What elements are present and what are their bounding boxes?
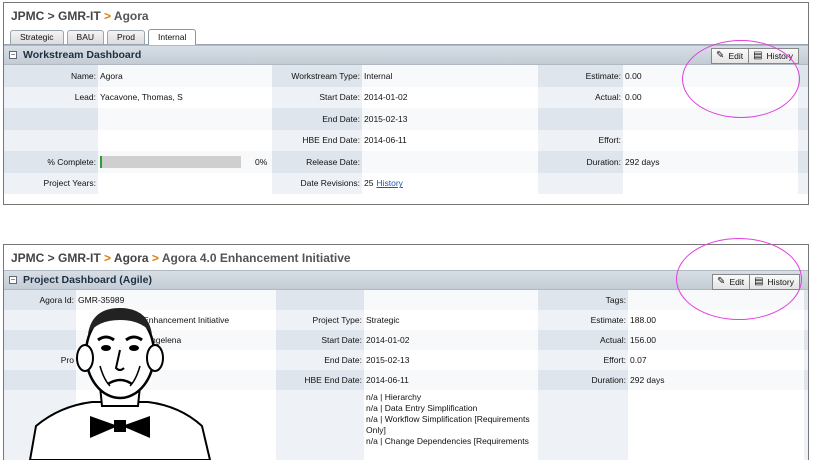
table-row: % Complete: 0% Release Date: Duration: 2… — [4, 151, 808, 173]
highlight-circle — [682, 40, 800, 118]
estimate-label: Estimate: — [590, 315, 626, 325]
name-value: Agora — [98, 65, 272, 87]
breadcrumb-jpmc[interactable]: JPMC — [11, 9, 44, 23]
section-title: Workstream Dashboard — [23, 49, 142, 61]
end-date-label: End Date: — [322, 113, 360, 124]
project-type-value: Strategic — [364, 310, 538, 330]
effort-label: Effort: — [603, 355, 626, 365]
empty-label — [4, 130, 98, 152]
table-row: HBE End Date: 2014-06-11 Effort: — [4, 129, 808, 152]
actual-value: 156.00 — [628, 330, 804, 350]
workstream-type-label: Workstream Type: — [291, 70, 360, 81]
end-date-value: 2015-02-13 — [362, 108, 538, 130]
start-date-value: 2014-01-02 — [362, 86, 538, 108]
workstream-panel: JPMC > GMR-IT > Agora Strategic BAU Prod… — [3, 2, 809, 205]
hbe-end-date-label: HBE End Date: — [304, 375, 362, 385]
percent-complete-label: % Complete: — [47, 156, 96, 167]
date-revisions-label: Date Revisions: — [300, 178, 360, 189]
list-item: n/a | Change Dependencies [Requirements — [366, 436, 529, 446]
empty-value — [623, 172, 798, 194]
simplification-list: n/a | Hierarchy n/a | Data Entry Simplif… — [364, 390, 538, 460]
breadcrumb-current: Agora 4.0 Enhancement Initiative — [161, 251, 351, 265]
breadcrumb-separator: > — [44, 251, 59, 265]
tab-bau[interactable]: BAU — [66, 30, 105, 44]
project-years-label: Project Years: — [43, 178, 96, 189]
actual-label: Actual: — [595, 92, 621, 103]
start-date-value: 2014-01-02 — [364, 330, 538, 350]
date-revisions-value: 25 History — [362, 172, 538, 194]
empty-label — [276, 290, 364, 310]
release-date-value — [362, 151, 538, 173]
breadcrumb-gmr-it[interactable]: GMR-IT — [58, 9, 101, 23]
highlight-circle — [676, 238, 802, 320]
breadcrumb-separator: > — [100, 251, 114, 265]
duration-value: 292 days — [623, 151, 798, 173]
breadcrumb-separator: > — [148, 251, 162, 265]
empty-value — [98, 108, 272, 130]
empty-value — [364, 290, 538, 310]
hbe-end-date-label: HBE End Date: — [302, 135, 360, 146]
hbe-end-date-value: 2014-06-11 — [362, 129, 538, 151]
project-years-value — [98, 172, 272, 194]
revisions-count: 25 — [364, 178, 374, 189]
start-date-label: Start Date: — [319, 92, 360, 103]
end-date-value: 2015-02-13 — [364, 350, 538, 370]
list-item: n/a | Workflow Simplification [Requireme… — [366, 414, 530, 424]
breadcrumb-agora[interactable]: Agora — [114, 251, 149, 265]
list-item: n/a | Hierarchy — [366, 392, 422, 402]
effort-value — [623, 129, 798, 151]
hbe-end-date-value: 2014-06-11 — [364, 370, 538, 390]
tags-label: Tags: — [605, 295, 626, 305]
tab-bar: Strategic BAU Prod Internal — [4, 29, 808, 45]
collapse-icon[interactable]: − — [9, 51, 17, 59]
tab-prod[interactable]: Prod — [107, 30, 145, 44]
breadcrumb: JPMC > GMR-IT > Agora — [4, 3, 808, 29]
progress-bar — [100, 155, 241, 168]
breadcrumb-current: Agora — [113, 9, 149, 23]
breadcrumb-jpmc[interactable]: JPMC — [11, 251, 44, 265]
percent-complete-value: 0% — [98, 151, 272, 173]
effort-value: 0.07 — [628, 350, 804, 370]
end-date-label: End Date: — [324, 355, 362, 365]
start-date-label: Start Date: — [321, 335, 362, 345]
actual-label: Actual: — [600, 335, 626, 345]
breadcrumb-gmr-it[interactable]: GMR-IT — [58, 251, 101, 265]
release-date-label: Release Date: — [306, 156, 360, 167]
empty-label — [538, 173, 623, 195]
lead-value: Yacavone, Thomas, S — [98, 86, 272, 108]
workstream-type-value: Internal — [362, 65, 538, 87]
breadcrumb-separator: > — [100, 9, 114, 23]
list-item: Only] — [366, 425, 386, 435]
percent-text: 0% — [255, 156, 268, 167]
breadcrumb-separator: > — [44, 9, 59, 23]
lead-label: Lead: — [74, 92, 96, 103]
duration-value: 292 days — [628, 370, 804, 390]
empty-value — [98, 129, 272, 151]
empty-value — [628, 390, 804, 460]
tab-strategic[interactable]: Strategic — [10, 30, 64, 44]
table-row: End Date: 2015-02-13 — [4, 108, 808, 130]
meme-face-image — [28, 308, 212, 460]
list-item: n/a | Data Entry Simplification — [366, 403, 478, 413]
estimate-label: Estimate: — [585, 70, 621, 81]
name-label: Name: — [70, 70, 96, 81]
tab-internal[interactable]: Internal — [148, 29, 197, 45]
effort-label: Effort: — [598, 135, 621, 146]
duration-label: Duration: — [586, 156, 622, 167]
duration-label: Duration: — [591, 375, 627, 385]
empty-label — [4, 108, 98, 130]
collapse-icon[interactable]: − — [9, 276, 17, 284]
empty-label — [538, 108, 623, 130]
table-row: Project Years: Date Revisions: 25 History — [4, 172, 808, 195]
section-title: Project Dashboard (Agile) — [23, 274, 152, 286]
project-type-label: Project Type: — [312, 315, 362, 325]
history-link[interactable]: History — [376, 178, 402, 188]
